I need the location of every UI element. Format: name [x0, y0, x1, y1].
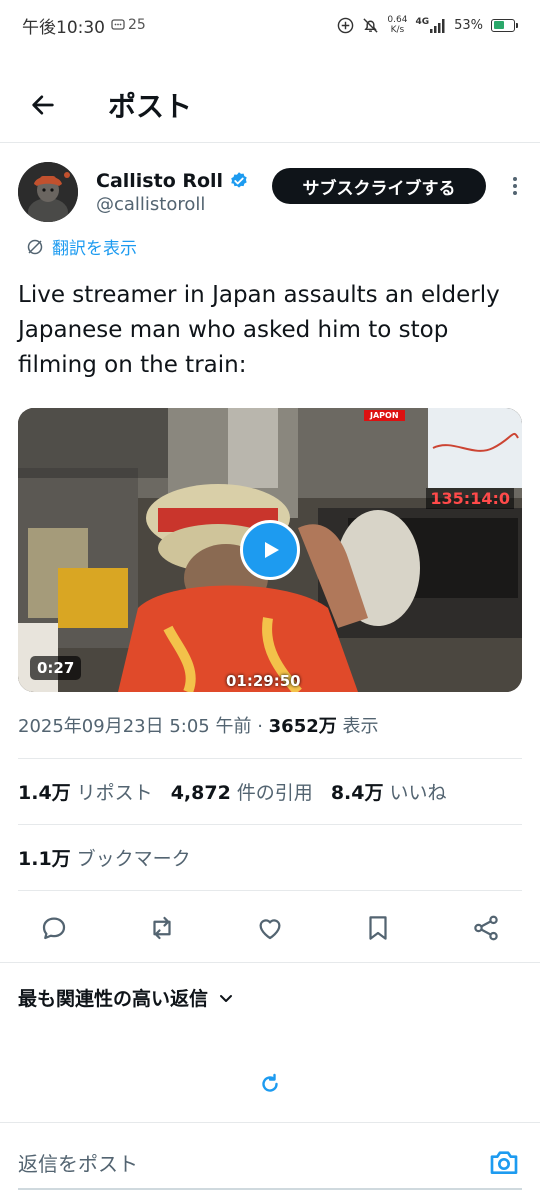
- quotes-count: 4,872: [170, 782, 231, 804]
- play-button[interactable]: [240, 520, 300, 580]
- share-icon: [474, 915, 498, 941]
- action-bar: [0, 906, 540, 950]
- reply-input[interactable]: 返信をポスト: [18, 1148, 138, 1177]
- quotes-label: 件の引用: [236, 782, 313, 804]
- reply-sort-label: 最も関連性の高い返信: [18, 988, 209, 1010]
- more-dot: [513, 184, 517, 188]
- speed-value: 0.64: [387, 15, 408, 25]
- speed-unit: K/s: [390, 25, 405, 35]
- page-header: ポスト: [0, 68, 540, 142]
- battery-percent: 53%: [454, 17, 483, 33]
- author-name[interactable]: Callisto Roll: [96, 170, 223, 192]
- video-player[interactable]: JAPON 135:14:0 0:27 01:29:50: [18, 408, 522, 692]
- message-icon: [111, 19, 125, 30]
- signal-icon: [430, 19, 445, 33]
- stream-tag: JAPON: [364, 410, 405, 421]
- reply-input-underline: [18, 1188, 522, 1190]
- chevron-down-icon: [220, 994, 233, 1002]
- back-button[interactable]: [20, 82, 66, 128]
- reposts-count: 1.4万: [18, 782, 71, 804]
- heart-icon: [259, 919, 281, 940]
- add-circle-icon: [338, 17, 354, 33]
- reply-bar-divider: [0, 1122, 540, 1123]
- reply-composer: 返信をポスト: [0, 1140, 540, 1184]
- quotes-stat[interactable]: 4,872 件の引用: [171, 778, 313, 805]
- verified-badge-icon: [231, 171, 247, 188]
- notification-indicator: 25: [111, 17, 146, 33]
- reply-icon: [42, 917, 66, 940]
- subscribe-button[interactable]: サブスクライブする: [272, 168, 486, 204]
- post-date[interactable]: 2025年09月23日 5:05 午前 ·: [18, 716, 269, 737]
- bell-muted-icon: [363, 17, 379, 33]
- status-time: 午後10:30: [22, 17, 105, 38]
- likes-stat[interactable]: 8.4万 いいね: [331, 778, 447, 805]
- header-divider: [0, 142, 540, 143]
- network-indicator: 4G: [415, 17, 446, 33]
- more-options-button[interactable]: [508, 174, 522, 198]
- view-count: 3652万: [268, 716, 337, 737]
- engagement-stats: 1.4万 リポスト 4,872 件の引用 8.4万 いいね: [18, 778, 447, 805]
- stream-counter: 135:14:0: [426, 488, 514, 509]
- reposts-stat[interactable]: 1.4万 リポスト: [18, 778, 153, 805]
- refresh-icon[interactable]: [258, 1072, 282, 1096]
- likes-label: いいね: [389, 782, 447, 804]
- bookmarks-label: ブックマーク: [76, 848, 191, 870]
- page-title: ポスト: [108, 90, 193, 123]
- reply-sort-dropdown[interactable]: 最も関連性の高い返信: [18, 984, 234, 1011]
- bookmarks-stat: 1.1万 ブックマーク: [18, 844, 191, 871]
- camera-icon[interactable]: [488, 1146, 520, 1178]
- arrow-left-icon: [32, 95, 54, 115]
- notification-count: 25: [128, 17, 146, 33]
- view-label: 表示: [336, 716, 379, 737]
- translate-label: 翻訳を表示: [52, 239, 137, 259]
- reposts-label: リポスト: [76, 782, 153, 804]
- bookmarks-count: 1.1万: [18, 848, 71, 870]
- bookmark-button[interactable]: [358, 906, 398, 950]
- more-dot: [513, 191, 517, 195]
- status-bar: 午後10:30 25 0.64 K/s 4G 53%: [0, 0, 540, 50]
- network-type: 4G: [415, 17, 430, 27]
- translate-link[interactable]: 翻訳を表示: [26, 234, 137, 259]
- battery-icon: [491, 18, 518, 32]
- author-handle[interactable]: @callistoroll: [96, 194, 249, 215]
- post-text: Live streamer in Japan assaults an elder…: [18, 282, 500, 378]
- like-button[interactable]: [250, 906, 290, 950]
- repost-icon: [153, 916, 171, 940]
- reply-button[interactable]: [34, 906, 74, 950]
- actions-divider: [0, 962, 540, 963]
- likes-count: 8.4万: [330, 782, 384, 804]
- translate-icon: [27, 239, 43, 254]
- post-meta: 2025年09月23日 5:05 午前 · 3652万 表示: [18, 712, 379, 738]
- stats-divider: [18, 824, 522, 825]
- bookmark-icon: [369, 916, 387, 940]
- video-duration: 0:27: [30, 656, 82, 680]
- repost-button[interactable]: [142, 906, 182, 950]
- bookmarks-divider: [18, 890, 522, 891]
- stream-timestamp: 01:29:50: [226, 672, 301, 690]
- avatar[interactable]: [18, 162, 78, 222]
- meta-divider: [18, 758, 522, 759]
- play-icon: [265, 542, 279, 558]
- network-speed: 0.64 K/s: [387, 15, 407, 35]
- post-author: Callisto Roll @callistoroll サブスクライブする: [18, 160, 522, 224]
- share-button[interactable]: [466, 906, 506, 950]
- more-dot: [513, 177, 517, 181]
